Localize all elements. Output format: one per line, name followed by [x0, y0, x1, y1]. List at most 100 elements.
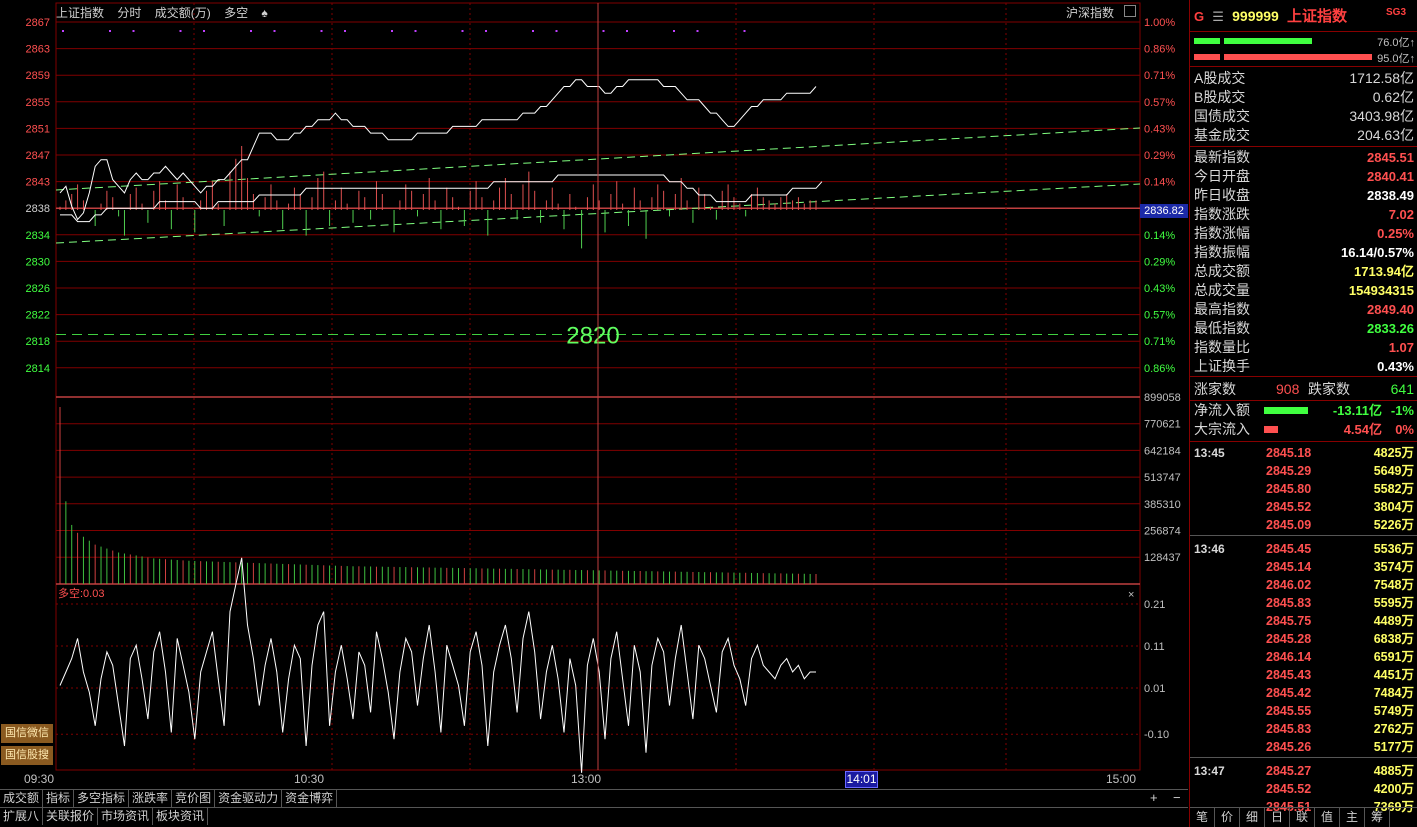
spade-icon[interactable]: ♠	[261, 6, 267, 20]
price-tick-label: 2818	[26, 336, 50, 348]
quote-label: 最新指数	[1194, 149, 1250, 165]
quote-row: 最高指数 2849.40	[1194, 300, 1414, 319]
period-label[interactable]: 分时	[117, 6, 141, 20]
time-cursor-label: 14:01	[845, 771, 878, 788]
quote-label: 指数涨幅	[1194, 225, 1250, 241]
quote-row: 今日开盘 2840.41	[1194, 167, 1414, 186]
event-dot	[743, 30, 746, 32]
volume-tick-label: 256874	[1144, 526, 1181, 538]
tab-advance-ratio[interactable]: 涨跌率	[129, 790, 173, 807]
event-dot	[485, 30, 487, 32]
price-tick-label: 2859	[26, 70, 50, 82]
tab-market-news[interactable]: 市场资讯	[98, 808, 154, 825]
panel-tab[interactable]: 主	[1340, 808, 1365, 827]
guoxin-wechat-button[interactable]: 国信微信	[1, 724, 53, 743]
price-tick-label: 2834	[26, 230, 50, 242]
tab-related-quote[interactable]: 关联报价	[43, 808, 99, 825]
trade-row: 2845.52 4200万	[1190, 780, 1417, 798]
panel-tab[interactable]: 筹	[1365, 808, 1390, 827]
event-dot	[62, 30, 64, 32]
panel-tab[interactable]: 笔	[1190, 808, 1215, 827]
trade-row: 2845.43 4451万	[1190, 666, 1417, 684]
guoxin-search-button[interactable]: 国信股搜	[1, 746, 53, 765]
quote-label: 最高指数	[1194, 301, 1250, 317]
quote-value: 2840.41	[1367, 169, 1414, 184]
down-count-label: 跌家数	[1308, 381, 1350, 397]
trade-row: 2845.28 6838万	[1190, 630, 1417, 648]
panel-tab[interactable]: 联	[1290, 808, 1315, 827]
trade-volume: 4451万	[1373, 668, 1414, 682]
trade-price: 2845.43	[1266, 668, 1312, 682]
up-count-label: 涨家数	[1194, 381, 1236, 397]
percent-tick-label: 0.14%	[1144, 230, 1175, 242]
flow-label: 净流入额	[1194, 402, 1250, 418]
quote-label: 指数量比	[1194, 339, 1250, 355]
index-name: 上证指数	[56, 6, 105, 20]
quote-value: 1.07	[1388, 340, 1414, 355]
stat-value: 1712.58亿	[1349, 70, 1414, 86]
panel-tab[interactable]: 日	[1265, 808, 1290, 827]
close-icon: ×	[1128, 589, 1134, 601]
price-tick-label: 2826	[26, 283, 50, 295]
event-dot	[673, 30, 675, 32]
event-dot	[273, 30, 276, 32]
quote-label: 总成交额	[1194, 263, 1250, 279]
trade-price: 2845.29	[1266, 464, 1312, 478]
trade-volume: 7548万	[1373, 578, 1414, 592]
menu-icon[interactable]: ☰	[1212, 9, 1224, 24]
quote-label: 今日开盘	[1194, 168, 1250, 184]
quote-row: 指数涨跌 7.02	[1194, 205, 1414, 224]
indicator-label[interactable]: 多空	[224, 6, 248, 20]
bar1-value: 76.0亿↑	[1377, 37, 1415, 49]
trade-volume: 3804万	[1373, 500, 1414, 514]
tab-ext8[interactable]: 扩展八	[0, 808, 44, 825]
market-switch-button[interactable]: 沪深指数	[1066, 4, 1114, 21]
quote-label: 总成交量	[1194, 282, 1250, 298]
trade-price: 2845.27	[1266, 764, 1312, 778]
indicator-tick-label: 0.21	[1144, 599, 1165, 611]
down-count: 641	[1390, 381, 1414, 397]
tab-capital-drive[interactable]: 资金驱动力	[215, 790, 283, 807]
price-tick-label: 2814	[26, 363, 50, 375]
percent-tick-label: 0.29%	[1144, 150, 1175, 162]
quote-value: 16.14/0.57%	[1340, 245, 1414, 260]
trade-row: 2845.45 5536万	[1190, 540, 1417, 558]
price-tick-label: 2838	[26, 203, 50, 215]
event-dot	[461, 30, 464, 32]
sg3-tag[interactable]: SG3	[1386, 7, 1406, 18]
trade-row: 2845.83 5595万	[1190, 594, 1417, 612]
panel-tab[interactable]: 价	[1215, 808, 1240, 827]
tab-bull-bear[interactable]: 多空指标	[74, 790, 130, 807]
quote-row: 总成交量 154934315	[1194, 281, 1414, 300]
tab-capital-game[interactable]: 资金博弈	[282, 790, 338, 807]
quote-value: 1713.94亿	[1354, 264, 1414, 279]
stat-row: 国债成交 3403.98亿	[1194, 107, 1414, 126]
percent-tick-label: 0.57%	[1144, 97, 1175, 109]
percent-tick-label: 0.86%	[1144, 363, 1175, 375]
event-dot	[203, 30, 205, 32]
volume-unit-label[interactable]: 成交额(万)	[155, 6, 211, 20]
trade-volume: 3574万	[1373, 560, 1414, 574]
trade-row: 2845.18 4825万	[1190, 444, 1417, 462]
collapse-icon[interactable]	[1124, 5, 1136, 17]
percent-tick-label: 0.57%	[1144, 310, 1175, 322]
trade-volume: 5649万	[1373, 464, 1414, 478]
trade-price: 2845.52	[1266, 782, 1312, 796]
tab-volume[interactable]: 成交额	[0, 790, 44, 807]
tab-indicator[interactable]: 指标	[43, 790, 75, 807]
bull-bear-line	[59, 557, 816, 773]
quote-label: 指数涨跌	[1194, 206, 1250, 222]
tab-sector-news[interactable]: 板块资讯	[153, 808, 209, 825]
quote-row: 上证换手 0.43%	[1194, 357, 1414, 376]
panel-tab[interactable]: 值	[1315, 808, 1340, 827]
panel-tab[interactable]: 细	[1240, 808, 1265, 827]
flow-value: 4.54亿	[1343, 422, 1382, 437]
panel-tabs: 笔价细日联值主筹	[1190, 807, 1417, 827]
stat-label: 国债成交	[1194, 108, 1250, 124]
trade-volume: 2762万	[1373, 722, 1414, 736]
zoom-in-icon[interactable]: +	[1150, 790, 1158, 805]
group-icon[interactable]: G	[1194, 9, 1204, 24]
zoom-out-icon[interactable]: −	[1173, 790, 1181, 805]
chart-header: 上证指数 分时 成交额(万) 多空 ♠	[56, 4, 278, 21]
tab-auction[interactable]: 竞价图	[172, 790, 216, 807]
